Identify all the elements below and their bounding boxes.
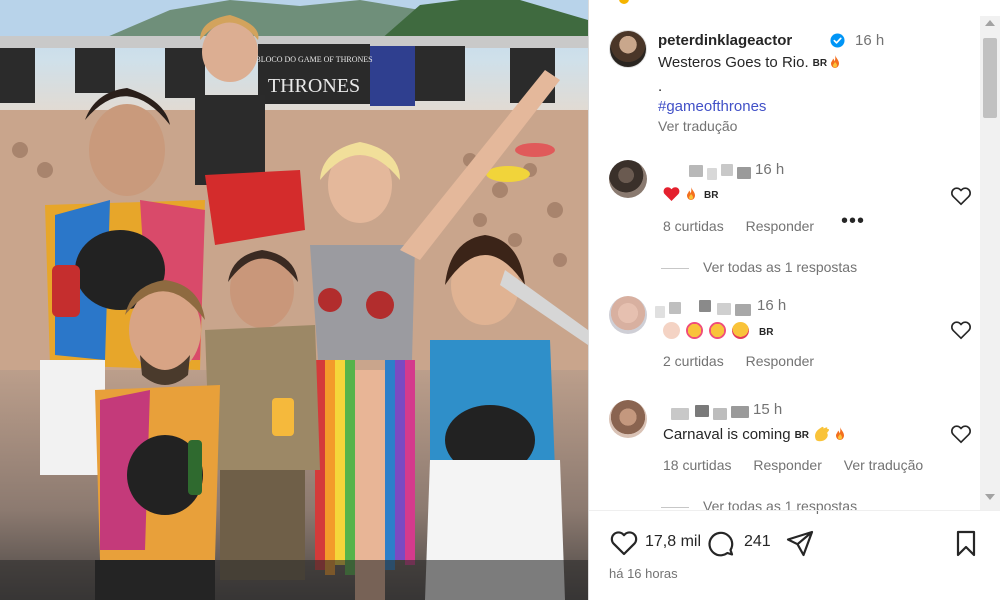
scroll-thumb[interactable] (983, 38, 997, 118)
comment-like-heart-icon[interactable] (950, 186, 972, 206)
comment-meta: 8 curtidas Responder (663, 218, 832, 234)
verified-badge-icon (830, 33, 845, 48)
caption-text: Westeros Goes to Rio. (658, 54, 809, 71)
comment-time: 16 h (757, 297, 787, 314)
flag-br: BR (704, 190, 719, 201)
flag-br: BR (759, 327, 774, 338)
fire-emoji-icon (836, 427, 845, 440)
post-sidebar: peterdinklageactor 16 h Westeros Goes to… (588, 0, 1000, 600)
commenter-username-blurred[interactable] (661, 162, 751, 180)
comment-item: 16 h BR 8 curtidas Responder ••• Ver tod… (609, 160, 972, 275)
star-struck-emoji-icon (686, 322, 703, 339)
comment-item: 16 h BR 2 curtidas Responder (609, 296, 972, 376)
see-translation-link[interactable]: Ver tradução (658, 118, 737, 134)
author-username[interactable]: peterdinklageactor (658, 32, 792, 49)
comment-text: BR (663, 186, 718, 203)
post-photo[interactable]: BLOCO DO GAME OF THRONES THRONES (0, 0, 588, 600)
post-time-short: 16 h (855, 32, 885, 49)
commenter-username-blurred[interactable] (655, 298, 751, 318)
comment-meta: 2 curtidas Responder (663, 353, 832, 369)
red-heart-emoji-icon (663, 187, 680, 201)
flag-br: BR (812, 58, 828, 69)
comment-text: Carnaval is coming BR (663, 426, 845, 443)
fire-emoji-icon (831, 55, 840, 68)
more-dots-icon[interactable]: ••• (841, 210, 865, 233)
photo-illustration: BLOCO DO GAME OF THRONES THRONES (0, 0, 588, 600)
comment-meta: 18 curtidas Responder Ver tradução (663, 457, 941, 473)
comment-reply-button[interactable]: Responder (746, 353, 815, 369)
comment-time: 16 h (755, 161, 785, 178)
comments-count[interactable]: 241 (744, 533, 771, 551)
comment-likes-count[interactable]: 8 curtidas (663, 218, 724, 234)
comment-like-heart-icon[interactable] (950, 320, 972, 340)
commenter-username-blurred[interactable] (661, 402, 751, 420)
comment-time: 15 h (753, 401, 783, 418)
bookmark-icon[interactable] (951, 528, 981, 558)
comment-text: BR (663, 322, 773, 340)
star-struck-emoji-icon (709, 322, 726, 339)
commenter-avatar[interactable] (609, 160, 647, 198)
scroll-up-arrow-icon[interactable] (985, 20, 995, 26)
comment-item: 15 h Carnaval is coming BR 18 curtidas Re… (609, 400, 972, 514)
hashtag-link[interactable]: #gameofthrones (658, 98, 766, 115)
comment-likes-count[interactable]: 2 curtidas (663, 353, 724, 369)
author-avatar[interactable] (609, 30, 647, 68)
caption-dot: . (658, 78, 663, 95)
actions-divider (589, 510, 1000, 511)
post-caption-block: peterdinklageactor 16 h Westeros Goes to… (609, 30, 969, 140)
post-caption: Westeros Goes to Rio. BR (658, 54, 840, 71)
comment-likes-count[interactable]: 18 curtidas (663, 457, 731, 473)
view-replies-link[interactable]: Ver todas as 1 respostas (661, 259, 857, 275)
scroll-down-arrow-icon[interactable] (985, 494, 995, 500)
comment-like-heart-icon[interactable] (950, 424, 972, 444)
comment-reply-button[interactable]: Responder (753, 457, 822, 473)
clapping-hands-emoji-icon (815, 426, 830, 442)
heart-icon[interactable] (609, 528, 639, 558)
flexed-biceps-emoji-icon (663, 322, 680, 339)
comments-scrollbar[interactable] (980, 16, 1000, 510)
likes-count[interactable]: 17,8 mil (645, 533, 701, 551)
flag-br: BR (794, 430, 810, 441)
banner-text: BLOCO DO GAME OF THRONES (255, 55, 372, 64)
svg-text:THRONES: THRONES (268, 75, 360, 97)
comment-translate-link[interactable]: Ver tradução (844, 457, 923, 473)
share-icon[interactable] (785, 528, 815, 558)
commenter-avatar[interactable] (609, 400, 647, 438)
heart-eyes-emoji-icon (732, 322, 749, 339)
story-ring-icon (619, 0, 629, 4)
view-replies-link[interactable]: Ver todas as 1 respostas (661, 498, 857, 514)
comment-reply-button[interactable]: Responder (746, 218, 815, 234)
commenter-avatar[interactable] (609, 296, 647, 334)
post-timestamp: há 16 horas (609, 566, 678, 581)
post-actions-bar: 17,8 mil 241 (609, 524, 981, 564)
comment-icon[interactable] (705, 528, 735, 558)
fire-emoji-icon (687, 187, 695, 200)
comment-text-content: Carnaval is coming (663, 426, 791, 443)
